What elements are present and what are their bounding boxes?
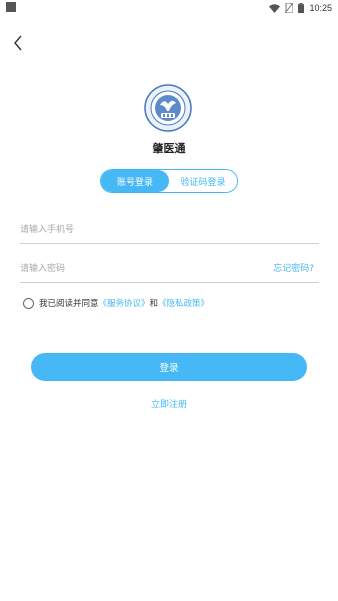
service-agreement-link[interactable]: 《服务协议》	[99, 297, 150, 309]
phone-input[interactable]	[20, 222, 240, 238]
status-bar: 10:25	[0, 0, 338, 16]
privacy-policy-link[interactable]: 《隐私政策》	[158, 297, 209, 309]
password-input[interactable]	[20, 261, 240, 277]
login-mode-tabs: 账号登录 验证码登录	[100, 169, 238, 193]
register-link[interactable]: 立即注册	[0, 397, 338, 410]
agreement-checkbox[interactable]	[23, 297, 34, 309]
agreement-prefix: 我已阅读并同意	[39, 299, 99, 309]
battery-icon	[298, 3, 305, 13]
login-button[interactable]: 登录	[31, 353, 307, 381]
back-button[interactable]	[8, 33, 28, 53]
tab-account-login[interactable]: 账号登录	[101, 170, 169, 192]
agreement-and: 和	[149, 299, 159, 309]
no-sim-icon	[285, 3, 294, 13]
forgot-password-link[interactable]: 忘记密码?	[273, 261, 314, 274]
phone-field	[20, 214, 319, 244]
tab-code-login[interactable]: 验证码登录	[169, 170, 237, 192]
hospital-logo-icon	[144, 84, 192, 132]
agreement-row: 我已阅读并同意 《服务协议》 和 《隐私政策》	[23, 296, 209, 310]
wifi-icon	[269, 3, 281, 13]
app-title: 肇医通	[152, 142, 186, 155]
password-field: 忘记密码?	[20, 253, 319, 283]
notification-icon	[6, 2, 16, 12]
status-indicators: 10:25	[269, 0, 332, 16]
status-time: 10:25	[309, 3, 332, 13]
chevron-left-icon	[14, 35, 22, 51]
